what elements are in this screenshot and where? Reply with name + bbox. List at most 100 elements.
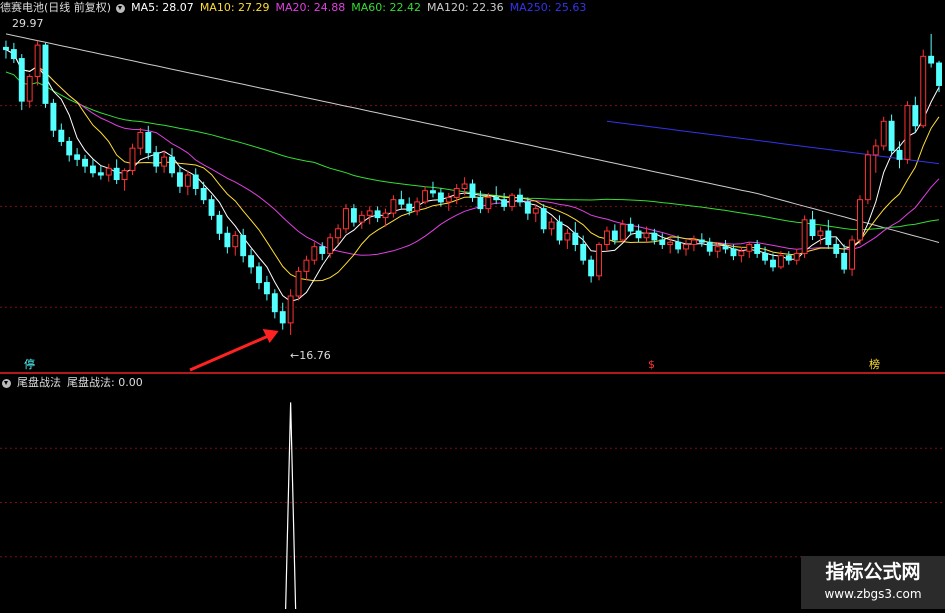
candle-body [224, 232, 231, 248]
candle-body [509, 194, 515, 207]
candle-body [548, 221, 555, 230]
indicator-settings-icon[interactable] [2, 378, 11, 388]
candle-body [920, 55, 927, 127]
candle-body [161, 156, 168, 167]
candle-body [501, 199, 508, 207]
candle-body [872, 145, 879, 156]
candle-body [145, 131, 152, 154]
candle-body [651, 232, 658, 241]
candle-body [129, 147, 136, 172]
candle-body [698, 239, 705, 243]
candle-body [287, 295, 294, 324]
candle-body [105, 167, 112, 176]
annotation-arrow [189, 333, 272, 372]
event-marker[interactable]: $ [648, 358, 655, 371]
candle-body [643, 232, 650, 239]
candle-body [928, 55, 935, 64]
ma5-label: MA5: 28.07 [131, 1, 194, 14]
ma10-label: MA10: 27.29 [199, 1, 270, 14]
candle-body [18, 58, 25, 102]
candle-body [461, 183, 468, 189]
dragon-tiger-marker[interactable]: 榜 [869, 358, 880, 371]
candle-body [74, 154, 81, 160]
candle-body [216, 214, 223, 234]
candle-body [706, 241, 713, 252]
candle-body [936, 62, 942, 86]
candle-body [603, 230, 610, 245]
candle-body [3, 46, 9, 51]
candle-body [382, 212, 389, 219]
candle-body [335, 228, 342, 239]
candle-body [564, 232, 571, 241]
candle-body [398, 199, 405, 205]
candle-body [184, 174, 191, 187]
candle-body [232, 235, 239, 248]
candle-body [485, 196, 492, 210]
candle-body [809, 219, 816, 237]
candle-body [469, 183, 476, 198]
ma5-line [5, 49, 940, 302]
suspension-marker[interactable]: 停 [24, 358, 35, 371]
candle-body [477, 196, 484, 210]
candle-body [390, 199, 397, 214]
candle-body [97, 172, 104, 176]
candle-body [153, 152, 160, 167]
candle-body [785, 255, 792, 261]
candle-body [777, 255, 784, 268]
candle-body [374, 210, 381, 219]
indicator-value: 尾盘战法: 0.00 [67, 376, 143, 389]
ma60-label: MA60: 22.42 [351, 1, 421, 14]
chart-title[interactable]: 德赛电池(日线 前复权) [0, 1, 111, 15]
price-panel[interactable] [0, 0, 945, 373]
candle-body [121, 170, 128, 181]
candle-body [801, 219, 808, 254]
candle-body [26, 75, 33, 102]
candle-body [817, 230, 824, 237]
candle-body [738, 250, 745, 257]
candle-body [493, 196, 500, 201]
candle-body [572, 232, 579, 245]
ma-legend: 德赛电池(日线 前复权) MA5: 28.07 MA10: 27.29 MA20… [0, 1, 592, 15]
candle-body [793, 252, 800, 261]
candle-body [406, 203, 413, 212]
candle-body [762, 252, 769, 261]
candle-body [580, 243, 587, 261]
candle-body [754, 243, 761, 254]
candle-body [619, 223, 626, 241]
watermark-title: 指标公式网 [825, 561, 921, 583]
candle-body [857, 199, 863, 241]
candle-body [770, 259, 776, 268]
candle-body [169, 156, 175, 174]
candle-body [596, 243, 602, 277]
candle-body [248, 255, 255, 268]
signal-spike [285, 402, 297, 610]
candle-body [34, 44, 41, 77]
candle-body [327, 237, 334, 254]
settings-icon[interactable] [116, 3, 126, 13]
candle-body [263, 282, 270, 295]
low-price-label: ←16.76 [290, 349, 331, 362]
candle-body [635, 230, 642, 239]
candle-body [864, 154, 871, 201]
price-chart[interactable] [0, 0, 945, 372]
candle-body [200, 187, 207, 201]
candle-body [540, 208, 547, 230]
candle-body [113, 167, 120, 181]
indicator-name[interactable]: 尾盘战法 [17, 376, 61, 390]
candle-body [690, 239, 697, 245]
candle-body [10, 49, 17, 60]
candle-body [722, 246, 729, 250]
candle-body [730, 248, 737, 257]
candle-body [627, 223, 634, 232]
candle-body [208, 199, 215, 216]
candle-body [358, 214, 365, 223]
candle-body [66, 140, 73, 156]
candle-body [896, 149, 903, 160]
candle-body [137, 131, 144, 149]
candle-body [256, 266, 262, 284]
candle-body [683, 243, 689, 250]
candle-body [58, 129, 65, 142]
candle-body [279, 311, 286, 324]
indicator-legend: 尾盘战法 尾盘战法: 0.00 [0, 376, 149, 390]
candle-body [240, 235, 247, 257]
